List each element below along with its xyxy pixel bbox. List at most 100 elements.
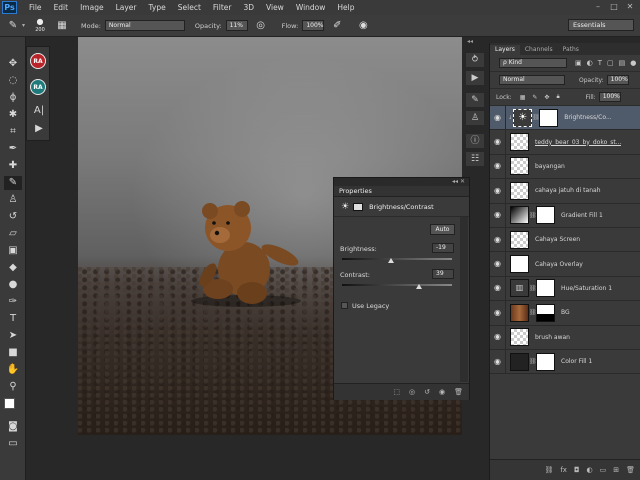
eye-icon[interactable]: ◉ bbox=[490, 325, 506, 350]
eye-icon[interactable]: ◉ bbox=[490, 203, 506, 228]
healing-brush-icon[interactable]: ✚ bbox=[4, 159, 22, 173]
opacity-field[interactable]: 11% bbox=[225, 20, 248, 31]
layer-row[interactable]: ◉ brush awan bbox=[490, 325, 640, 350]
brush-size-picker[interactable]: ● 200 bbox=[33, 17, 47, 34]
menu-select[interactable]: Select bbox=[172, 3, 207, 12]
view-previous-icon[interactable]: ◎ bbox=[409, 388, 415, 396]
pen-tool-icon[interactable]: ✑ bbox=[4, 295, 22, 309]
layer-row[interactable]: ◉ ⛓ Color Fill 1 bbox=[490, 349, 640, 375]
brightness-slider-thumb[interactable] bbox=[388, 258, 394, 263]
tab-channels[interactable]: Channels bbox=[520, 45, 558, 55]
info-panel-icon[interactable]: ⓘ bbox=[466, 134, 484, 148]
clip-to-layer-icon[interactable]: ⬚ bbox=[393, 388, 400, 396]
eyedropper-icon[interactable]: ✒ bbox=[4, 142, 22, 156]
link-layers-icon[interactable]: ⛓ bbox=[544, 466, 553, 474]
retouch-action-red-icon[interactable]: RA bbox=[30, 53, 46, 69]
move-tool-icon[interactable]: ✥ bbox=[4, 57, 22, 71]
eye-icon[interactable]: ◉ bbox=[490, 154, 506, 179]
layer-row[interactable]: ◉ ⛓ BG bbox=[490, 300, 640, 326]
brightness-track[interactable] bbox=[342, 258, 452, 260]
layer-style-icon[interactable]: fx bbox=[560, 466, 567, 474]
quick-mask-icon[interactable]: ◙ bbox=[4, 420, 22, 434]
eye-icon[interactable]: ◉ bbox=[490, 349, 506, 374]
eye-icon[interactable]: ◉ bbox=[490, 178, 506, 203]
zoom-tool-icon[interactable]: ⚲ bbox=[4, 380, 22, 394]
adjustments-panel-icon[interactable]: ☷ bbox=[466, 152, 484, 166]
menu-image[interactable]: Image bbox=[74, 3, 110, 12]
chevron-down-icon[interactable]: ▾ bbox=[22, 22, 25, 29]
filter-smart-icon[interactable]: ▤ bbox=[619, 59, 626, 67]
fill-field[interactable]: 100% bbox=[598, 92, 621, 102]
menu-edit[interactable]: Edit bbox=[48, 3, 75, 12]
collapse-dock-icon[interactable]: ◂◂ bbox=[467, 38, 473, 45]
menu-filter[interactable]: Filter bbox=[207, 3, 238, 12]
layer-row[interactable]: ◉ Cahaya Screen bbox=[490, 227, 640, 253]
eye-icon[interactable]: ◉ bbox=[490, 252, 506, 277]
eye-icon[interactable]: ◉ bbox=[490, 276, 506, 301]
eye-icon[interactable]: ◉ bbox=[490, 227, 506, 252]
mode-select[interactable]: Normal bbox=[104, 20, 185, 31]
hand-tool-icon[interactable]: ✋ bbox=[4, 363, 22, 377]
layer-opacity-field[interactable]: 100% bbox=[606, 75, 629, 85]
history-panel-icon[interactable]: ⥁ bbox=[466, 53, 484, 67]
new-layer-icon[interactable]: ⊞ bbox=[613, 466, 619, 474]
layer-kind-filter[interactable]: ρ Kind bbox=[499, 58, 567, 68]
new-group-icon[interactable]: ▭ bbox=[600, 466, 607, 474]
eraser-icon[interactable]: ▱ bbox=[4, 227, 22, 241]
eye-icon[interactable]: ◉ bbox=[490, 130, 506, 155]
adjustment-layer-icon[interactable]: ◐ bbox=[587, 466, 593, 474]
minimize-icon[interactable]: – bbox=[592, 2, 604, 12]
lock-image-icon[interactable]: ✎ bbox=[532, 94, 537, 101]
clone-stamp-icon[interactable]: ♙ bbox=[4, 193, 22, 207]
layer-row[interactable]: ◉ ⛓ Gradient Fill 1 bbox=[490, 203, 640, 228]
brush-panel-icon[interactable]: ▦ bbox=[55, 19, 69, 33]
pressure-size-icon[interactable]: ◉ bbox=[356, 19, 370, 33]
blend-mode-select[interactable]: Normal bbox=[499, 75, 565, 85]
layer-row[interactable]: ◉ Cahaya Overlay bbox=[490, 252, 640, 277]
add-mask-icon[interactable]: ◘ bbox=[574, 466, 580, 474]
quick-select-icon[interactable]: ✱ bbox=[4, 108, 22, 122]
filter-pixel-icon[interactable]: ▣ bbox=[575, 59, 582, 67]
menu-window[interactable]: Window bbox=[290, 3, 332, 12]
filter-adjust-icon[interactable]: ◐ bbox=[587, 59, 593, 67]
history-brush-icon[interactable]: ↺ bbox=[4, 210, 22, 224]
use-legacy-checkbox[interactable] bbox=[341, 302, 348, 309]
gradient-tool-icon[interactable]: ▣ bbox=[4, 244, 22, 258]
retouch-action-teal-icon[interactable]: RA bbox=[30, 79, 46, 95]
clone-source-icon[interactable]: ♙ bbox=[466, 111, 484, 125]
mask-icon[interactable] bbox=[353, 202, 364, 211]
delete-layer-icon[interactable]: 🗑︎ bbox=[626, 466, 635, 474]
contrast-slider-thumb[interactable] bbox=[416, 284, 422, 289]
layer-row[interactable]: ◉ cahaya jatuh di tanah bbox=[490, 178, 640, 204]
menu-layer[interactable]: Layer bbox=[110, 3, 143, 12]
maximize-icon[interactable]: □ bbox=[608, 2, 620, 12]
properties-scrollbar[interactable] bbox=[460, 217, 468, 382]
contrast-field[interactable]: 39 bbox=[432, 269, 454, 279]
eye-icon[interactable]: ◉ bbox=[490, 105, 506, 130]
tab-paths[interactable]: Paths bbox=[558, 45, 584, 55]
menu-help[interactable]: Help bbox=[331, 3, 360, 12]
menu-type[interactable]: Type bbox=[143, 3, 172, 12]
airbrush-icon[interactable]: ✐ bbox=[330, 19, 344, 33]
crop-tool-icon[interactable]: ⌗ bbox=[4, 125, 22, 139]
menu-3d[interactable]: 3D bbox=[237, 3, 260, 12]
layer-row[interactable]: ◉ ↓ ☀ ⛓ Brightness/Co... bbox=[490, 105, 640, 131]
blur-tool-icon[interactable]: ◆ bbox=[4, 261, 22, 275]
menu-file[interactable]: File bbox=[23, 3, 48, 12]
brightness-field[interactable]: -19 bbox=[432, 243, 454, 253]
filter-toggle-icon[interactable]: ● bbox=[630, 59, 636, 67]
auto-button[interactable]: Auto bbox=[430, 224, 455, 235]
lasso-tool-icon[interactable]: ϕ bbox=[4, 91, 22, 105]
filter-type-icon[interactable]: T bbox=[598, 59, 602, 67]
lock-all-icon[interactable]: 🔒︎ bbox=[556, 93, 559, 101]
path-select-icon[interactable]: ➤ bbox=[4, 329, 22, 343]
play-action-icon[interactable]: ▶ bbox=[30, 122, 48, 136]
flow-field[interactable]: 100% bbox=[302, 20, 325, 31]
eye-icon[interactable]: ◉ bbox=[490, 300, 506, 325]
tab-layers[interactable]: Layers bbox=[490, 45, 520, 55]
close-icon[interactable]: ✕ bbox=[624, 2, 636, 12]
layer-row[interactable]: ◉ teddy_bear_03_by_doko_st... bbox=[490, 130, 640, 155]
actions-panel-icon[interactable]: ▶ bbox=[466, 71, 484, 85]
filter-shape-icon[interactable]: ▢ bbox=[607, 59, 614, 67]
foreground-color-swatch[interactable] bbox=[4, 398, 15, 409]
